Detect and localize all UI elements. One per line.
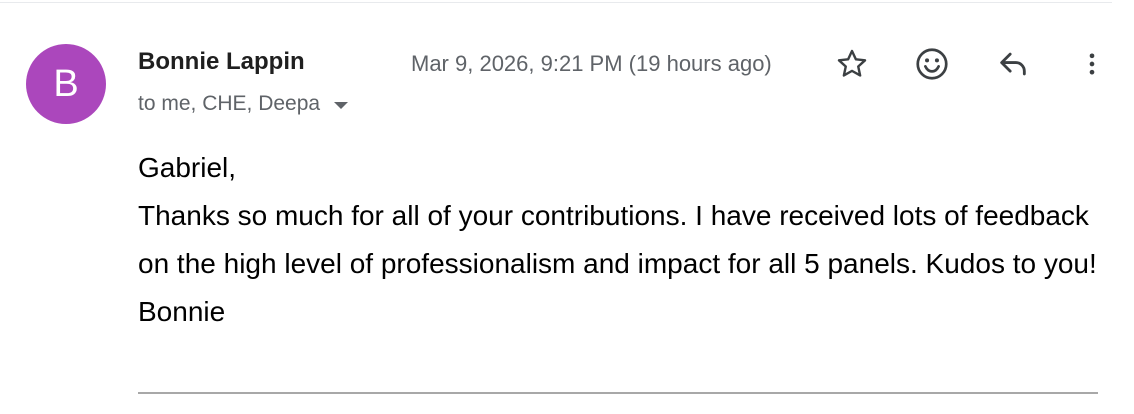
reply-arrow-icon [1000,52,1026,76]
message-body: Gabriel, Thanks so much for all of your … [138,144,1118,336]
bottom-divider [138,392,1098,394]
recipients-text: to me, CHE, Deepa [138,92,321,115]
add-reaction-button[interactable] [912,44,952,84]
message-timestamp: Mar 9, 2026, 9:21 PM (19 hours ago) [411,51,772,76]
caret-down-icon [334,101,349,109]
top-divider [0,2,1112,3]
body-signature: Bonnie [138,296,226,327]
star-button[interactable] [832,44,872,84]
email-message-view: B Bonnie Lappin to me, CHE, Deepa Mar 9,… [0,0,1134,414]
more-options-button[interactable] [1072,44,1112,84]
emoji-smile-icon [916,48,948,80]
more-vertical-icon [1089,53,1095,75]
recipients-toggle[interactable]: to me, CHE, Deepa [138,90,349,118]
body-paragraph: Thanks so much for all of your contribut… [138,200,1097,279]
reply-button[interactable] [993,44,1033,84]
avatar-letter: B [53,62,79,105]
sender-name[interactable]: Bonnie Lappin [138,48,305,76]
sender-avatar[interactable]: B [26,44,106,124]
star-outline-icon [837,49,867,77]
body-greeting: Gabriel, [138,152,237,183]
